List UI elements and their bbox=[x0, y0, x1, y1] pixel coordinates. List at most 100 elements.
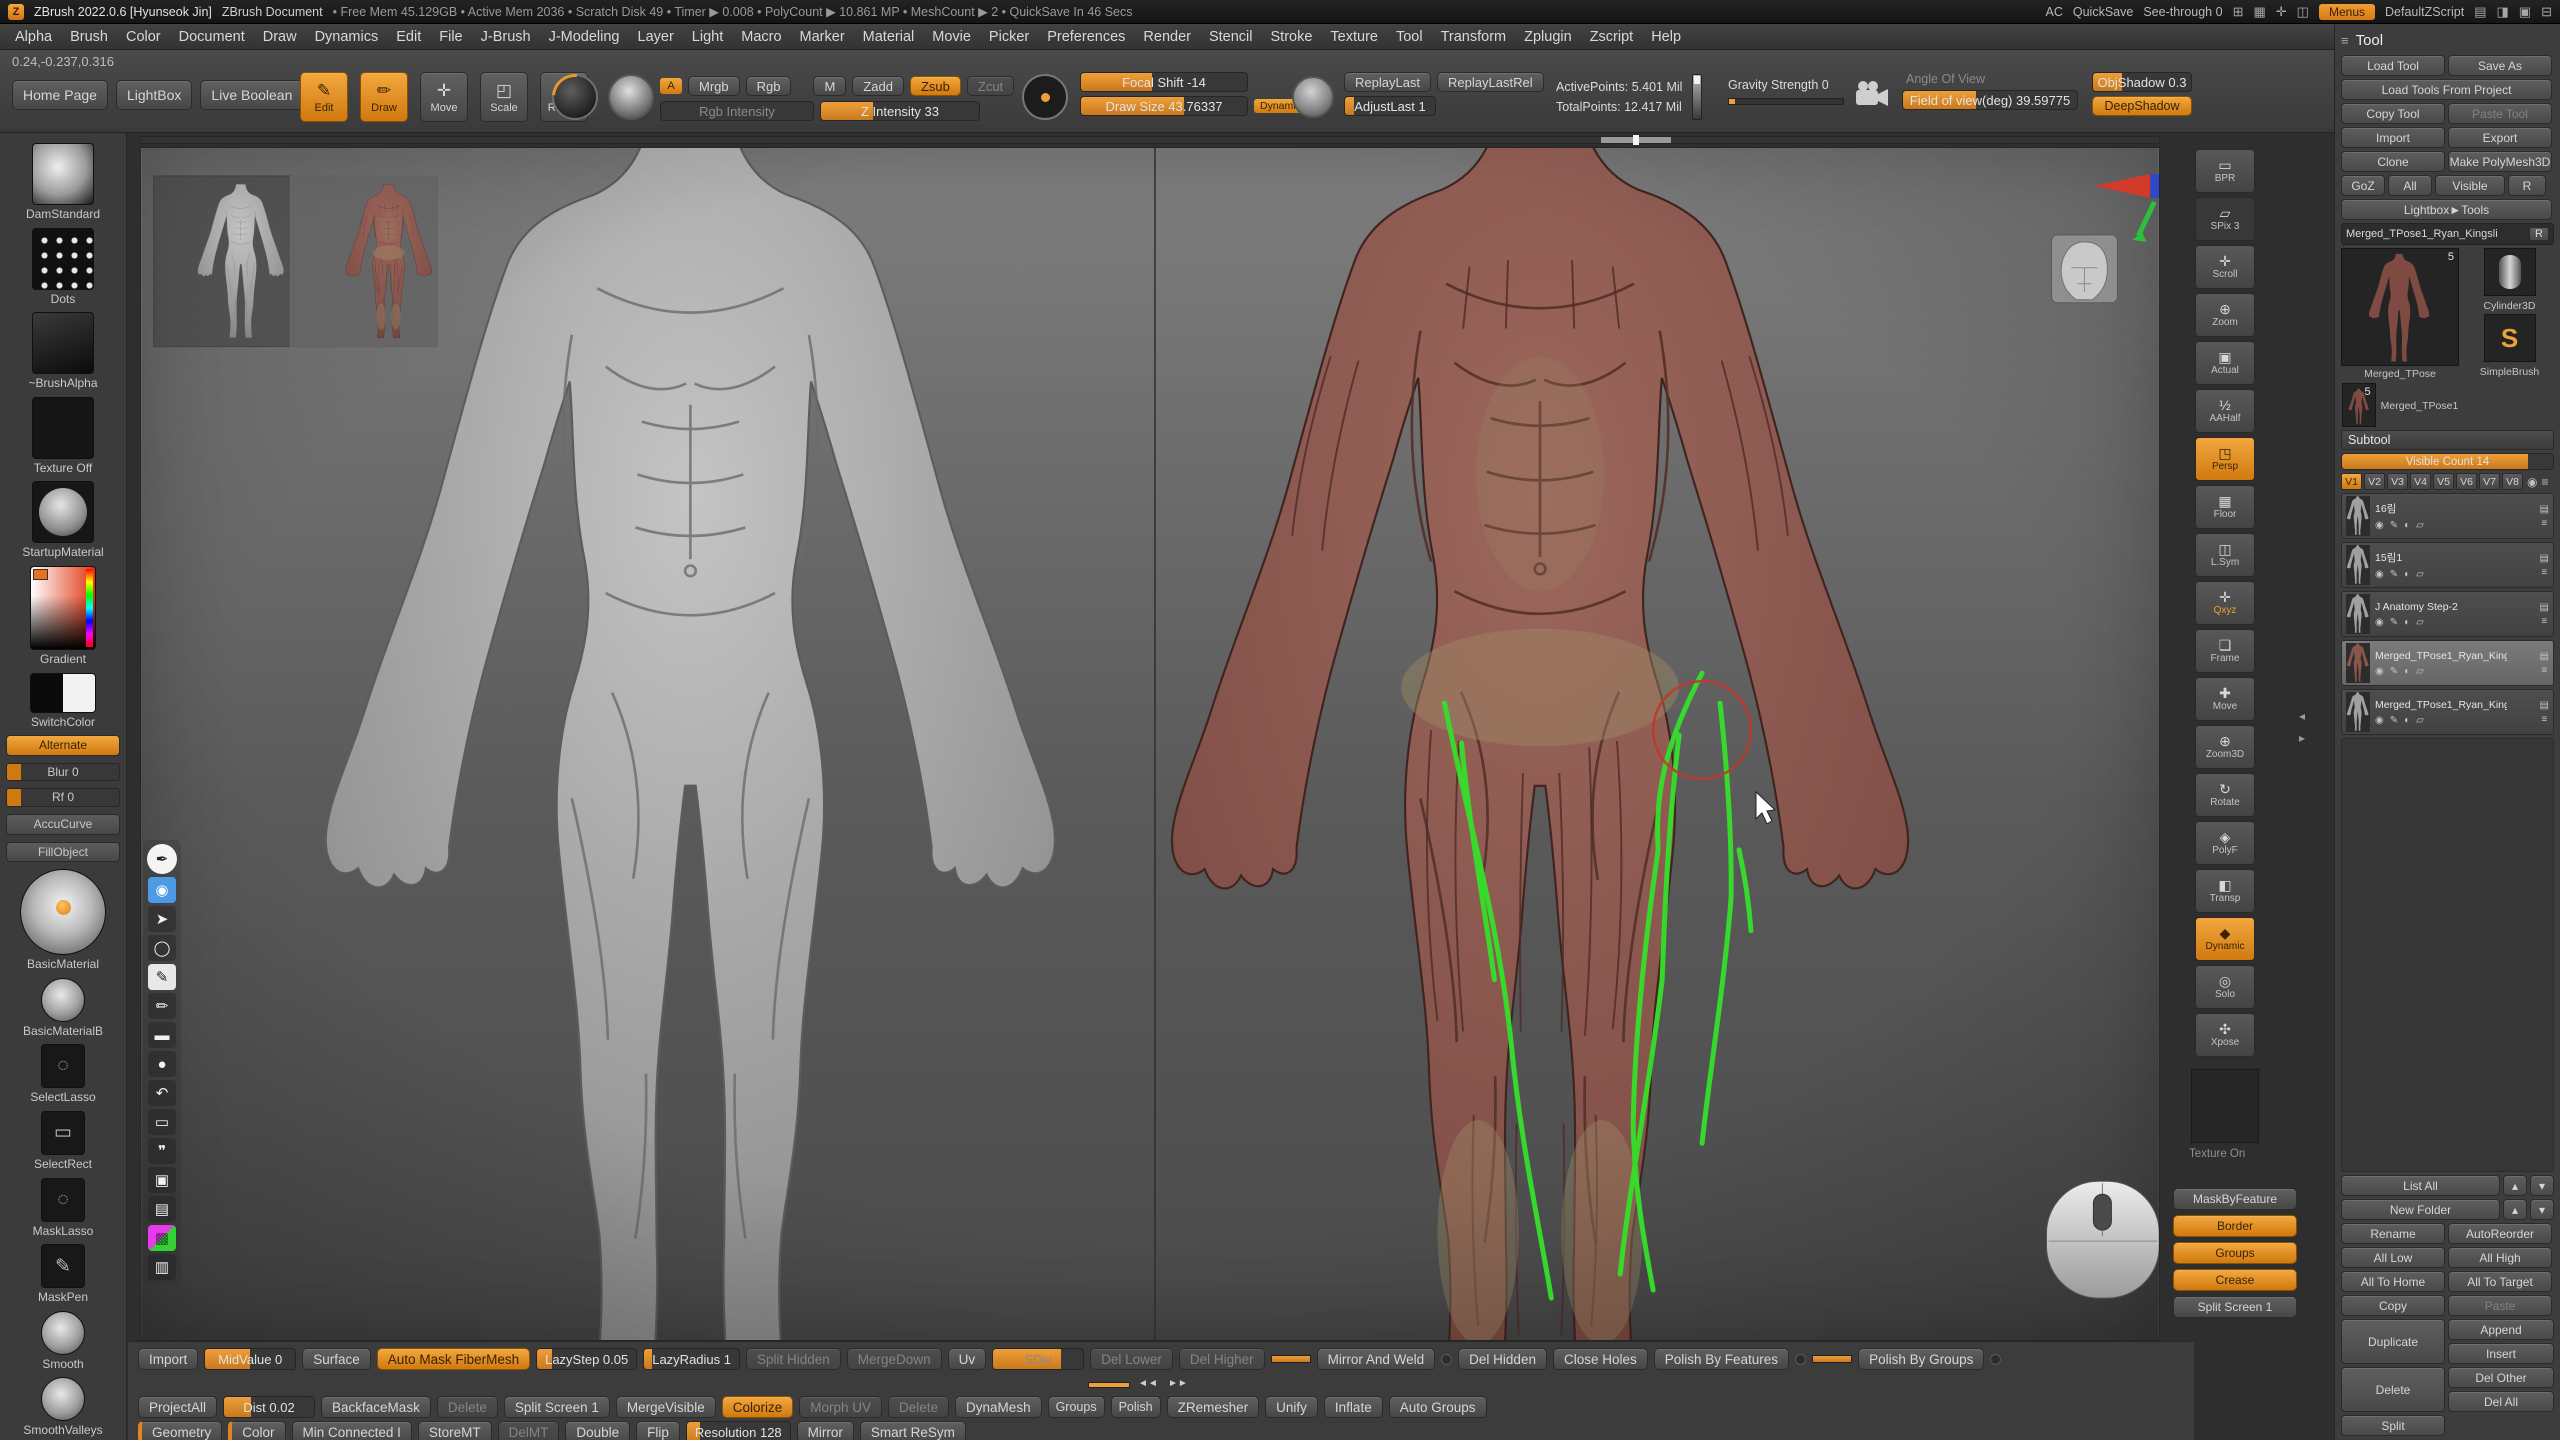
tray-button[interactable]: Crease bbox=[2173, 1269, 2297, 1291]
bottom-control[interactable]: MidValue 0 bbox=[204, 1348, 296, 1370]
right-shelf-button[interactable]: ½ AAHalf bbox=[2195, 389, 2255, 433]
divider-icon[interactable]: ◨ bbox=[2497, 4, 2509, 20]
bottom-control[interactable]: Smart ReSym bbox=[860, 1421, 966, 1440]
palette-item[interactable]: Blur 0 bbox=[3, 763, 123, 782]
menu-item[interactable]: Picker bbox=[980, 29, 1038, 45]
bottom-control[interactable]: ZRemesher bbox=[1167, 1396, 1260, 1418]
bottom-control[interactable]: Close Holes bbox=[1553, 1348, 1648, 1370]
menu-item[interactable]: File bbox=[430, 29, 471, 45]
eye-icon[interactable]: ◉ bbox=[2375, 569, 2384, 580]
insert-button[interactable]: Insert bbox=[2448, 1343, 2554, 1364]
marker-icon[interactable]: ✏ bbox=[148, 993, 176, 1019]
bottom-control[interactable] bbox=[1795, 1354, 1806, 1365]
collapse-left-icon[interactable]: ◂ bbox=[2299, 709, 2305, 723]
list-icon[interactable]: ≡ bbox=[2541, 665, 2547, 676]
eye-all-icon[interactable]: ◉ bbox=[2527, 475, 2537, 489]
bottom-control[interactable]: Inflate bbox=[1324, 1396, 1383, 1418]
points-vslider[interactable] bbox=[1692, 74, 1702, 120]
cylinder3d-thumbnail[interactable] bbox=[2484, 248, 2536, 296]
scroll-left-icon[interactable]: ◄◄ bbox=[1138, 1378, 1158, 1389]
channel-button[interactable]: M bbox=[813, 76, 846, 96]
document-preview-thumbnail[interactable] bbox=[154, 176, 438, 347]
simplebrush-thumbnail[interactable]: S bbox=[2484, 314, 2536, 362]
panel-collapse-arrows[interactable]: ◂▸ bbox=[2299, 709, 2305, 745]
right-shelf-button[interactable]: ⊕ Zoom bbox=[2195, 293, 2255, 337]
subtool-section-header[interactable]: Subtool bbox=[2341, 430, 2554, 450]
right-shelf-button[interactable]: ↻ Rotate bbox=[2195, 773, 2255, 817]
menu-item[interactable]: Marker bbox=[791, 29, 854, 45]
pen-icon[interactable]: ✎ bbox=[148, 964, 176, 990]
menu-item[interactable]: Help bbox=[1642, 29, 1690, 45]
shelf-nav-button[interactable]: Live Boolean bbox=[200, 80, 303, 110]
palette-item[interactable]: BasicMaterialB bbox=[3, 978, 123, 1038]
tool-panel-button[interactable]: All bbox=[2388, 175, 2432, 196]
rgb-intensity-slider[interactable]: Rgb Intensity bbox=[660, 101, 814, 121]
shelf-nav-button[interactable]: LightBox bbox=[116, 80, 192, 110]
focal-shift-slider[interactable]: Focal Shift -14 bbox=[1080, 72, 1248, 92]
undo-icon[interactable]: ↶ bbox=[148, 1080, 176, 1106]
menu-item[interactable]: Zscript bbox=[1581, 29, 1643, 45]
menu-item[interactable]: Zplugin bbox=[1515, 29, 1581, 45]
channel-button[interactable]: Rgb bbox=[746, 76, 792, 96]
subtool-action-button[interactable]: Copy bbox=[2341, 1295, 2445, 1316]
tool-panel-button[interactable]: Copy Tool bbox=[2341, 103, 2445, 124]
eraser-icon[interactable]: ▬ bbox=[148, 1022, 176, 1048]
right-shelf-button[interactable]: ▣ Actual bbox=[2195, 341, 2255, 385]
capture-icon[interactable]: ▣ bbox=[148, 1167, 176, 1193]
palette-thumbnail[interactable] bbox=[41, 1111, 85, 1155]
palette-thumbnail[interactable] bbox=[41, 1377, 85, 1421]
bottom-control[interactable]: Dist 0.02 bbox=[223, 1396, 315, 1418]
menu-item[interactable]: Dynamics bbox=[306, 29, 388, 45]
palette-dock-icon[interactable]: ▤ bbox=[2474, 4, 2486, 20]
quicksave-button[interactable]: QuickSave bbox=[2073, 5, 2133, 19]
draw-size-preview[interactable] bbox=[1022, 74, 1068, 120]
gravity-slider[interactable] bbox=[1728, 98, 1844, 105]
right-shelf-button[interactable]: ✛ Qxyz bbox=[2195, 581, 2255, 625]
movie-camera-icon[interactable] bbox=[1854, 80, 1890, 113]
channel-button[interactable]: Mrgb bbox=[688, 76, 740, 96]
list-mode-icon[interactable]: ≡ bbox=[2541, 475, 2548, 489]
bottom-control[interactable]: Color bbox=[228, 1421, 285, 1440]
subtool-list-area[interactable] bbox=[2341, 738, 2554, 1172]
mask-icon[interactable]: ▱ bbox=[2416, 520, 2424, 531]
divider-slider[interactable] bbox=[1088, 1382, 1130, 1388]
collapse-right-icon[interactable]: ▸ bbox=[2299, 731, 2305, 745]
subtool-view-tab[interactable]: V8 bbox=[2502, 473, 2523, 490]
split-button[interactable]: Split bbox=[2341, 1415, 2445, 1436]
bottom-control[interactable]: MergeVisible bbox=[616, 1396, 716, 1418]
channel-button[interactable]: Zadd bbox=[852, 76, 904, 96]
palette-item[interactable]: MaskLasso bbox=[3, 1178, 123, 1238]
tool-panel-button[interactable]: Visible bbox=[2435, 175, 2505, 196]
tool-panel-button[interactable]: Load Tools From Project bbox=[2341, 79, 2552, 100]
bottom-control[interactable]: Split Screen 1 bbox=[504, 1396, 610, 1418]
palette-item[interactable]: StartupMaterial bbox=[3, 481, 123, 559]
bottom-control[interactable]: BackfaceMask bbox=[321, 1396, 431, 1418]
deep-shadow-button[interactable]: DeepShadow bbox=[2092, 96, 2192, 116]
menu-item[interactable]: J-Brush bbox=[472, 29, 540, 45]
right-shelf-button[interactable]: ◆ Dynamic bbox=[2195, 917, 2255, 961]
palette-thumbnail[interactable] bbox=[32, 143, 94, 205]
append-button[interactable]: Append bbox=[2448, 1319, 2554, 1340]
bottom-control[interactable] bbox=[1441, 1354, 1452, 1365]
delete-button[interactable]: Delete bbox=[2341, 1367, 2445, 1412]
bottom-control[interactable]: StoreMT bbox=[418, 1421, 492, 1440]
scroll-right-icon[interactable]: ►► bbox=[1168, 1378, 1188, 1389]
palette-thumbnail[interactable] bbox=[32, 481, 94, 543]
menu-item[interactable]: J-Modeling bbox=[540, 29, 629, 45]
eye-icon[interactable]: ◉ bbox=[148, 877, 176, 903]
lasso-icon[interactable]: ◯ bbox=[148, 935, 176, 961]
palette-thumbnail[interactable] bbox=[20, 869, 106, 955]
palette-item[interactable]: BasicMaterial bbox=[3, 869, 123, 971]
bottom-control[interactable]: Mirror And Weld bbox=[1317, 1348, 1436, 1370]
eye-icon[interactable]: ◉ bbox=[2375, 666, 2384, 677]
duplicate-button[interactable]: Duplicate bbox=[2341, 1319, 2445, 1364]
folder-down-icon[interactable]: ▾ bbox=[2530, 1199, 2554, 1220]
menu-item[interactable]: Tool bbox=[1387, 29, 1432, 45]
sphere-icon[interactable]: ◐ bbox=[2404, 617, 2410, 628]
adjust-last-slider[interactable]: AdjustLast 1 bbox=[1344, 96, 1436, 116]
eye-icon[interactable]: ◉ bbox=[2375, 715, 2384, 726]
folder-icon[interactable]: ▤ bbox=[2540, 504, 2549, 515]
cursor-icon[interactable]: ➤ bbox=[148, 906, 176, 932]
bottom-control[interactable]: DelMT bbox=[498, 1421, 560, 1440]
dot-icon[interactable]: ● bbox=[148, 1051, 176, 1077]
